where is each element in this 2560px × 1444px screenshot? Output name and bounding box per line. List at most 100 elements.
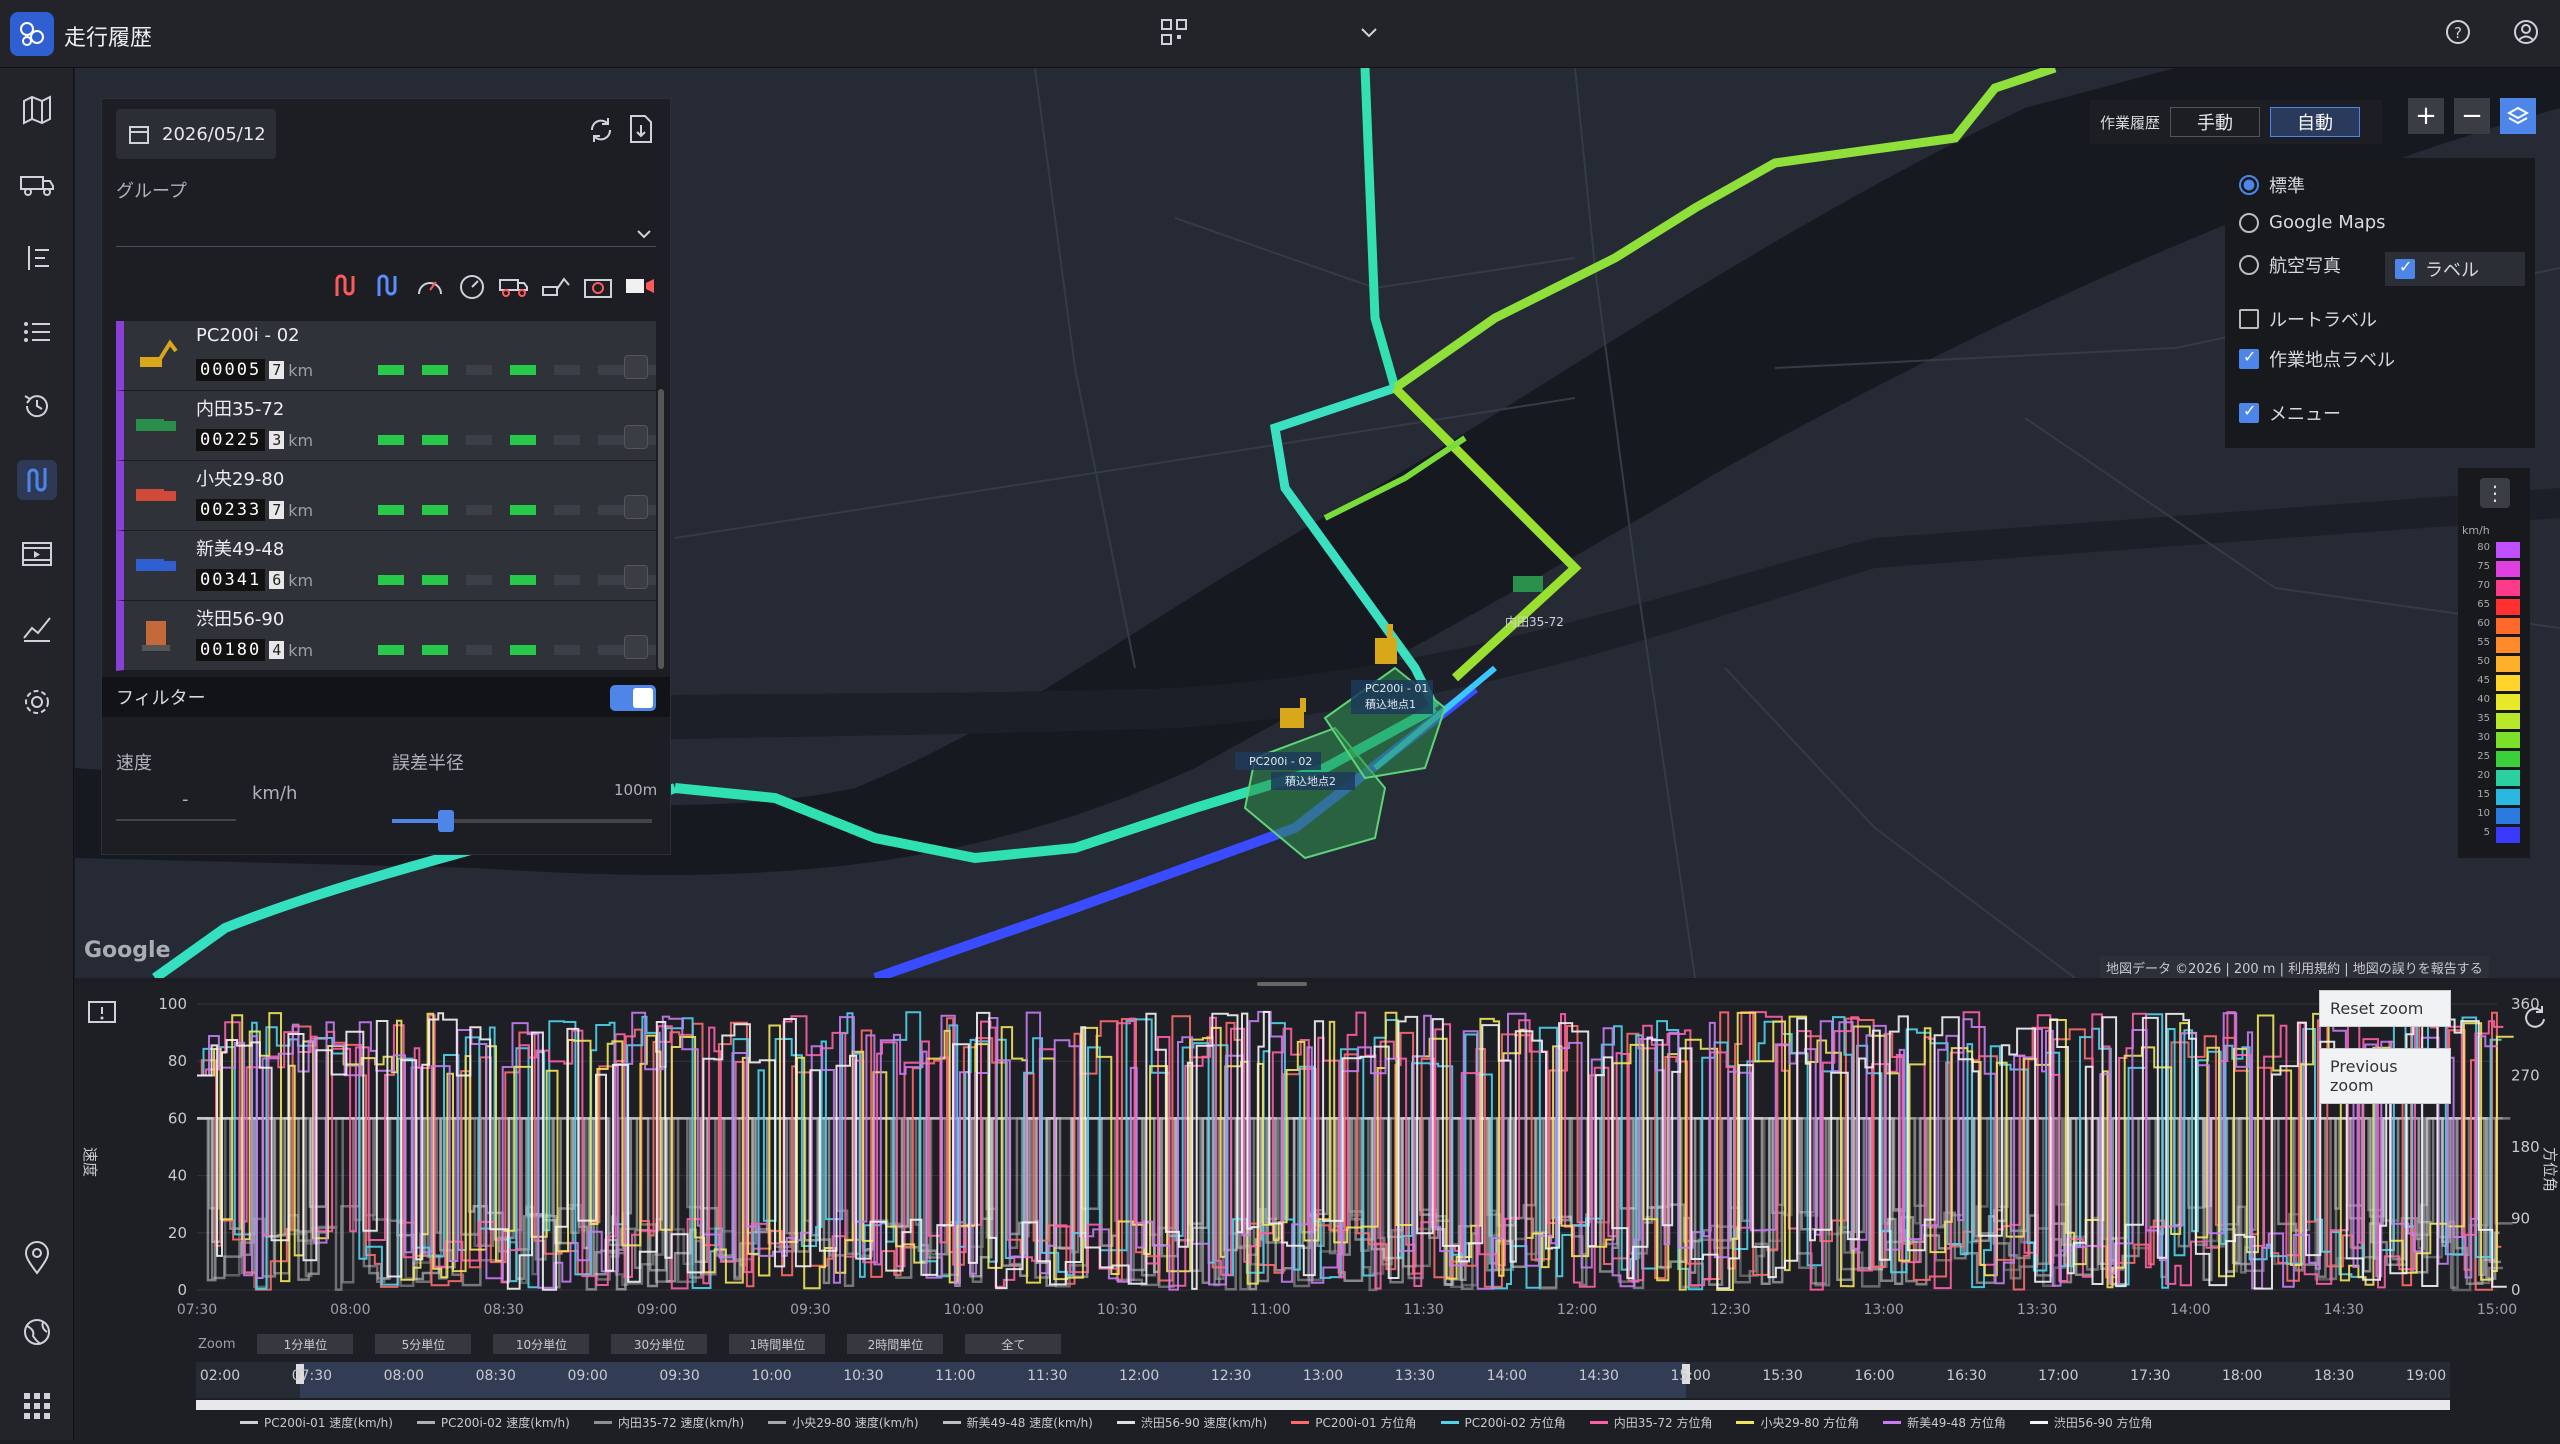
route-history-icon[interactable]	[17, 460, 57, 500]
legend-item[interactable]: PC200i-02 方位角	[1440, 1414, 1566, 1431]
zoom-out-button[interactable]: −	[2454, 98, 2490, 134]
legend-tick: 45	[2477, 675, 2490, 686]
history-icon[interactable]	[17, 386, 57, 426]
map-attribution[interactable]: 地図データ ©2026 | 200 m | 利用規約 | 地図の誤りを報告する	[2100, 956, 2489, 978]
list-item[interactable]: 渋田56-90 00180 4 km	[116, 601, 656, 671]
checkbox[interactable]	[2239, 401, 2259, 423]
radio[interactable]	[2239, 212, 2259, 233]
refresh-icon[interactable]	[586, 115, 616, 149]
legend-item[interactable]: 内田35-72 速度(km/h)	[593, 1414, 744, 1431]
legend-item[interactable]: 渋田56-90 速度(km/h)	[1116, 1414, 1268, 1431]
zoom-range-button[interactable]: 10分単位	[493, 1334, 590, 1354]
radio[interactable]	[2239, 175, 2259, 195]
layer-google-maps[interactable]: Google Maps	[2239, 212, 2386, 233]
gauge-icon[interactable]	[414, 267, 446, 307]
camera-icon[interactable]	[582, 267, 614, 307]
legend-item[interactable]: 新美49-48 方位角	[1883, 1414, 2006, 1431]
filter-toggle[interactable]	[610, 685, 656, 711]
row-action-button[interactable]	[624, 355, 648, 379]
truck-marker[interactable]	[1513, 576, 1543, 592]
video-camera-icon[interactable]	[624, 267, 656, 307]
mode-auto-button[interactable]: 自動	[2270, 107, 2361, 137]
legend-item[interactable]: PC200i-01 方位角	[1291, 1414, 1417, 1431]
radio[interactable]	[2239, 255, 2259, 275]
layer-standard[interactable]: 標準	[2239, 172, 2305, 198]
status-bar	[598, 575, 624, 585]
excavator-icon[interactable]	[540, 267, 572, 307]
layer-label-option[interactable]: ラベル	[2385, 252, 2525, 286]
row-action-button[interactable]	[624, 495, 648, 519]
grid-qr-icon[interactable]	[1160, 18, 1188, 50]
navigator-tick-label: 16:00	[1854, 1368, 1894, 1384]
route-blue-icon[interactable]	[372, 267, 404, 307]
group-select[interactable]	[116, 199, 656, 247]
zoom-range-button[interactable]: 1時間単位	[729, 1334, 826, 1354]
navigator-scrollbar[interactable]	[196, 1400, 2450, 1410]
work-label-option[interactable]: 作業地点ラベル	[2239, 346, 2395, 372]
export-file-icon[interactable]	[626, 113, 656, 149]
resize-handle[interactable]	[1257, 982, 1307, 986]
map-icon[interactable]	[17, 90, 57, 130]
vehicle-name: 内田35-72	[196, 399, 285, 420]
row-action-button[interactable]	[624, 635, 648, 659]
more-vert-icon[interactable]: ⋮	[2480, 478, 2510, 508]
help-icon[interactable]: ?	[2444, 18, 2472, 50]
legend-item[interactable]: 渋田56-90 方位角	[2029, 1414, 2153, 1431]
chevron-down-icon[interactable]	[1358, 21, 1380, 47]
marker-label-site2: 積込地点2	[1285, 774, 1336, 788]
location-pin-icon[interactable]	[17, 1238, 57, 1278]
zoom-range-button[interactable]: 全て	[965, 1334, 1062, 1354]
list-item[interactable]: PC200i - 02 00005 7 km	[116, 321, 656, 391]
error-radius-slider[interactable]	[392, 810, 652, 832]
analytics-icon[interactable]	[17, 608, 57, 648]
slider-handle[interactable]	[438, 810, 454, 832]
route-red-icon[interactable]	[330, 267, 362, 307]
speed-range-input[interactable]	[116, 819, 236, 821]
reset-zoom-button[interactable]: Reset zoom	[2319, 990, 2451, 1027]
legend-item[interactable]: PC200i-02 速度(km/h)	[416, 1414, 570, 1431]
legend-label: 渋田56-90 速度(km/h)	[1140, 1416, 1268, 1430]
list-icon[interactable]	[17, 312, 57, 352]
scrollbar[interactable]	[658, 389, 664, 669]
legend-item[interactable]: 内田35-72 方位角	[1589, 1414, 1712, 1431]
row-action-button[interactable]	[624, 425, 648, 449]
navigator-tick-label: 12:30	[1211, 1368, 1251, 1384]
navigator[interactable]: 02:00 07:30 08:00 08:30 09:00 09:30 10:00 10:30…	[196, 1362, 2450, 1412]
legend-item[interactable]: 小央29-80 方位角	[1736, 1414, 1859, 1431]
previous-zoom-button[interactable]: Previous zoom	[2319, 1048, 2451, 1104]
route-label-option[interactable]: ルートラベル	[2239, 306, 2377, 332]
vehicle-icon[interactable]	[17, 164, 57, 204]
checkbox[interactable]	[2239, 309, 2259, 329]
zoom-range-button[interactable]: 5分単位	[375, 1334, 472, 1354]
account-icon[interactable]	[2512, 18, 2540, 50]
legend-item[interactable]: PC200i-01 速度(km/h)	[240, 1414, 393, 1431]
zoom-range-button[interactable]: 2時間単位	[847, 1334, 944, 1354]
mode-manual-button[interactable]: 手動	[2170, 107, 2261, 137]
legend-item[interactable]: 小央29-80 速度(km/h)	[768, 1414, 919, 1431]
info-panel-icon[interactable]	[87, 1000, 117, 1032]
row-action-button[interactable]	[624, 565, 648, 589]
list-item[interactable]: 内田35-72 00225 3 km	[116, 391, 656, 461]
checkbox[interactable]	[2395, 257, 2415, 279]
layers-button[interactable]	[2500, 98, 2536, 134]
list-item[interactable]: 新美49-48 00341 6 km	[116, 531, 656, 601]
task-list-icon[interactable]	[17, 238, 57, 278]
checkbox[interactable]	[2239, 347, 2259, 369]
video-icon[interactable]	[17, 534, 57, 574]
globe-icon[interactable]	[17, 1312, 57, 1352]
app-logo[interactable]	[10, 12, 54, 56]
app-grid-icon[interactable]	[17, 1386, 57, 1426]
legend-item[interactable]: 新美49-48 速度(km/h)	[942, 1414, 1093, 1431]
zoom-range-button[interactable]: 30分単位	[611, 1334, 708, 1354]
date-picker[interactable]: 2026/05/12	[116, 109, 276, 159]
zoom-range-button[interactable]: 1分単位	[257, 1334, 354, 1354]
menu-option[interactable]: メニュー	[2239, 400, 2341, 426]
reset-rotate-icon[interactable]	[2522, 1004, 2548, 1034]
settings-icon[interactable]	[17, 682, 57, 722]
layers-icon	[2507, 106, 2529, 125]
zoom-in-button[interactable]: +	[2408, 98, 2444, 134]
speedometer-icon[interactable]	[456, 267, 488, 307]
list-item[interactable]: 小央29-80 00233 7 km	[116, 461, 656, 531]
layer-aerial[interactable]: 航空写真	[2239, 252, 2341, 278]
truck-icon[interactable]	[498, 267, 530, 307]
